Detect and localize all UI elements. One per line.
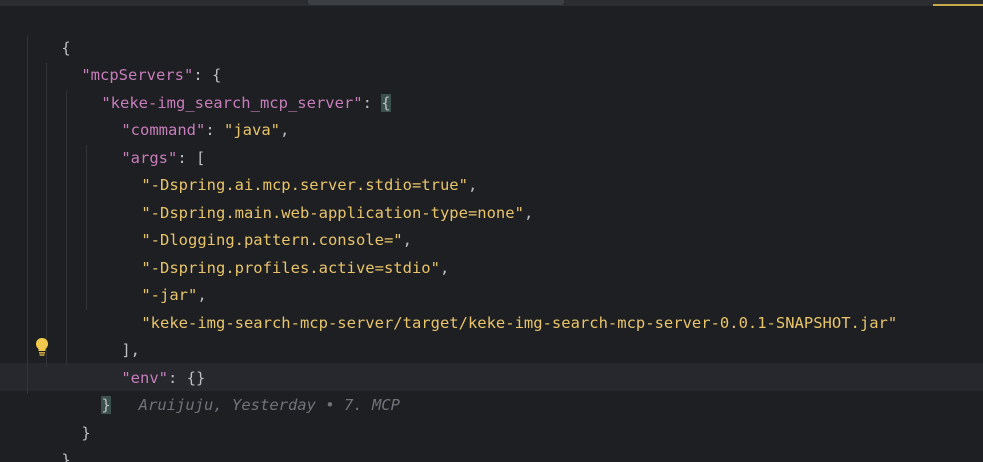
code-line-6[interactable]: "-Dspring.ai.mcp.server.stdio=true", — [104, 143, 477, 194]
code-line-14[interactable]: } Aruijuju, Yesterday • 7. MCP — [64, 363, 400, 414]
code-line-2[interactable]: "mcpServers": { — [44, 33, 221, 84]
code-line-8[interactable]: "-Dlogging.pattern.console=", — [104, 198, 412, 249]
token: } — [61, 451, 71, 462]
change-marker — [933, 4, 983, 6]
token: : — [205, 121, 224, 139]
git-blame-annotation[interactable]: Aruijuju, Yesterday • 7. MCP — [139, 396, 400, 414]
code-line-16[interactable]: } — [24, 418, 70, 462]
code-line-11[interactable]: "keke-img-search-mcp-server/target/keke-… — [104, 281, 897, 332]
matched-brace: { — [381, 94, 391, 112]
code-line-5[interactable]: "args": [ — [84, 116, 205, 167]
token: , — [280, 121, 290, 139]
code-line-10[interactable]: "-jar", — [104, 253, 206, 304]
editor-top-scrollbar[interactable] — [0, 0, 983, 6]
token: } — [81, 424, 91, 442]
json-string: "keke-img-search-mcp-server/target/keke-… — [141, 314, 898, 332]
code-line-7[interactable]: "-Dspring.main.web-application-type=none… — [104, 171, 533, 222]
code-line-15[interactable]: } — [44, 391, 90, 442]
matched-brace: } — [101, 396, 111, 414]
code-editor[interactable]: { "mcpServers": { "keke-img_search_mcp_s… — [0, 0, 983, 462]
lightbulb-icon[interactable] — [34, 337, 50, 357]
token: , — [439, 259, 450, 277]
horizontal-scroll-thumb[interactable] — [308, 0, 564, 5]
token: , — [523, 204, 534, 222]
code-line-13[interactable]: "env": {} — [84, 336, 205, 387]
code-line-9[interactable]: "-Dspring.profiles.active=stdio", — [104, 226, 449, 277]
code-line-12[interactable]: ], — [84, 308, 140, 359]
token: : — [362, 94, 382, 112]
code-line-1[interactable]: { — [24, 6, 70, 57]
code-line-3[interactable]: "keke-img_search_mcp_server": { — [64, 61, 391, 112]
json-string: "java" — [224, 121, 280, 139]
code-line-4[interactable]: "command": "java", — [84, 88, 289, 139]
